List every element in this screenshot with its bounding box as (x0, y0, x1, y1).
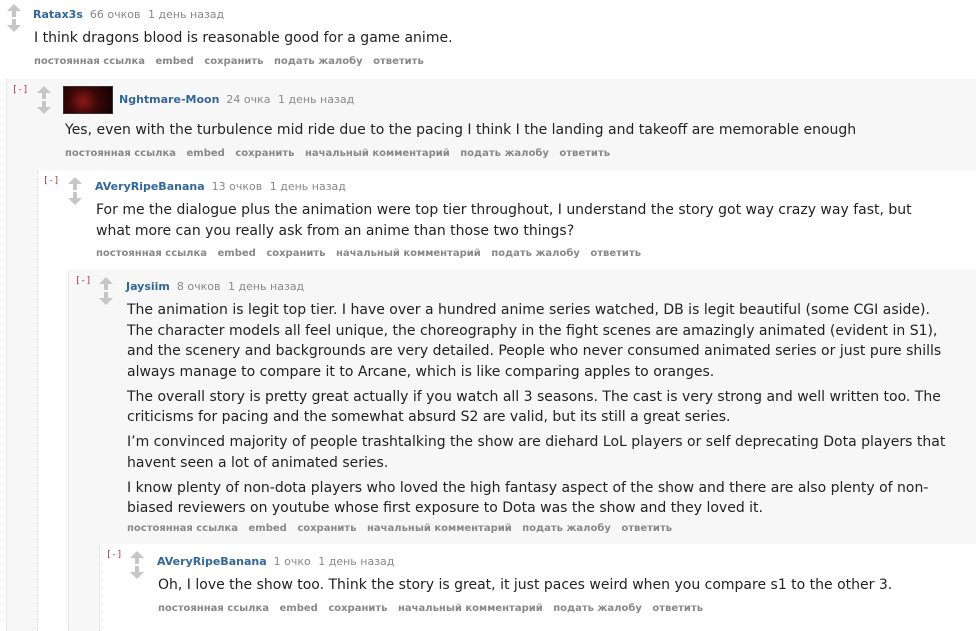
comment-body: I think dragons blood is reasonable good… (34, 28, 954, 53)
comment-tagline: Ratax3s 66 очков 1 день назад (33, 8, 224, 21)
comment-tagline: AVeryRipeBanana 1 очко 1 день назад (157, 555, 394, 568)
comment-body: Oh, I love the show too. Think the story… (158, 575, 958, 600)
comment-score: 66 очков (89, 8, 141, 21)
report-button[interactable]: подать жалобу (522, 523, 611, 534)
downvote-arrow-icon[interactable] (129, 565, 145, 579)
comment-time: 1 день назад (228, 280, 305, 293)
comment-author[interactable]: Ratax3s (33, 8, 83, 21)
comment-paragraph: I know plenty of non-dota players who lo… (127, 479, 929, 517)
comment-score: 24 очка (226, 93, 271, 106)
permalink-button[interactable]: постоянная ссылка (96, 248, 207, 259)
vote-arrows (98, 277, 114, 305)
collapse-toggle[interactable]: [-] (106, 550, 122, 560)
comment-buttons: постоянная ссылка embed сохранить началь… (96, 248, 648, 259)
comment-score: 13 очков (211, 180, 263, 193)
permalink-button[interactable]: постоянная ссылка (65, 148, 176, 159)
comment-author[interactable]: Jaysiim (126, 280, 170, 293)
report-button[interactable]: подать жалобу (274, 56, 363, 67)
upvote-arrow-icon[interactable] (36, 86, 52, 100)
report-button[interactable]: подать жалобу (553, 603, 642, 614)
comment-tagline: Jaysiim 8 очков 1 день назад (126, 280, 304, 293)
report-button[interactable]: подать жалобу (460, 148, 549, 159)
comment-time: 1 день назад (318, 555, 395, 568)
comment-paragraph: For me the dialogue plus the animation w… (96, 202, 912, 239)
embed-button[interactable]: embed (218, 248, 256, 259)
comment-buttons: постоянная ссылка embed сохранить началь… (65, 148, 617, 159)
embed-button[interactable]: embed (156, 56, 194, 67)
comment-buttons: постоянная ссылка embed сохранить началь… (158, 603, 710, 614)
comment-body: The animation is legit top tier. I have … (127, 300, 959, 523)
vote-arrows (6, 4, 22, 32)
permalink-button[interactable]: постоянная ссылка (34, 56, 145, 67)
save-button[interactable]: сохранить (266, 248, 325, 259)
save-button[interactable]: сохранить (235, 148, 294, 159)
upvote-arrow-icon[interactable] (98, 277, 114, 291)
vote-arrows (129, 551, 145, 579)
user-avatar[interactable] (63, 86, 113, 114)
embed-button[interactable]: embed (187, 148, 225, 159)
upvote-arrow-icon[interactable] (6, 4, 22, 18)
vote-arrows (67, 177, 83, 205)
embed-button[interactable]: embed (280, 603, 318, 614)
comment-author[interactable]: AVeryRipeBanana (95, 180, 205, 193)
comment-body: For me the dialogue plus the animation w… (96, 200, 946, 246)
reply-button[interactable]: ответить (559, 148, 610, 159)
reply-button[interactable]: ответить (373, 56, 424, 67)
permalink-button[interactable]: постоянная ссылка (158, 603, 269, 614)
parent-comment-button[interactable]: начальный комментарий (305, 148, 450, 159)
comment-paragraph: Oh, I love the show too. Think the story… (158, 577, 893, 593)
comment-tagline: Nghtmare-Moon 24 очка 1 день назад (119, 93, 354, 106)
comment-time: 1 день назад (147, 8, 225, 21)
parent-comment-button[interactable]: начальный комментарий (336, 248, 481, 259)
comment-time: 1 день назад (269, 180, 346, 193)
comment-buttons: постоянная ссылка embed сохранить подать… (34, 56, 431, 67)
comment-score: 1 очко (273, 555, 311, 568)
comment-paragraph: The overall story is pretty great actual… (127, 388, 941, 426)
embed-button[interactable]: embed (249, 523, 287, 534)
permalink-button[interactable]: постоянная ссылка (127, 523, 238, 534)
vote-arrows (36, 86, 52, 114)
downvote-arrow-icon[interactable] (67, 191, 83, 205)
comment-paragraph: Yes, even with the turbulence mid ride d… (65, 122, 857, 138)
comment-time: 1 день назад (278, 93, 355, 106)
downvote-arrow-icon[interactable] (6, 18, 22, 32)
collapse-toggle[interactable]: [-] (12, 85, 28, 95)
reply-button[interactable]: ответить (621, 523, 672, 534)
save-button[interactable]: сохранить (297, 523, 356, 534)
reply-button[interactable]: ответить (652, 603, 703, 614)
comment-paragraph: I’m convinced majority of people trashta… (127, 434, 946, 471)
comment-paragraph: The animation is legit top tier. I have … (127, 302, 942, 380)
comment-buttons: постоянная ссылка embed сохранить началь… (127, 523, 679, 534)
comment-tagline: AVeryRipeBanana 13 очков 1 день назад (95, 180, 346, 193)
comment-author[interactable]: AVeryRipeBanana (157, 555, 267, 568)
upvote-arrow-icon[interactable] (129, 551, 145, 565)
comment-paragraph: I think dragons blood is reasonable good… (34, 30, 453, 46)
upvote-arrow-icon[interactable] (67, 177, 83, 191)
report-button[interactable]: подать жалобу (491, 248, 580, 259)
comment-score: 8 очков (176, 280, 221, 293)
downvote-arrow-icon[interactable] (36, 100, 52, 114)
downvote-arrow-icon[interactable] (98, 291, 114, 305)
comment-author[interactable]: Nghtmare-Moon (119, 93, 219, 106)
collapse-toggle[interactable]: [-] (43, 176, 59, 186)
reply-button[interactable]: ответить (590, 248, 641, 259)
collapse-toggle[interactable]: [-] (75, 276, 91, 286)
comment-body: Yes, even with the turbulence mid ride d… (65, 120, 965, 145)
save-button[interactable]: сохранить (328, 603, 387, 614)
parent-comment-button[interactable]: начальный комментарий (398, 603, 543, 614)
parent-comment-button[interactable]: начальный комментарий (367, 523, 512, 534)
save-button[interactable]: сохранить (204, 56, 263, 67)
